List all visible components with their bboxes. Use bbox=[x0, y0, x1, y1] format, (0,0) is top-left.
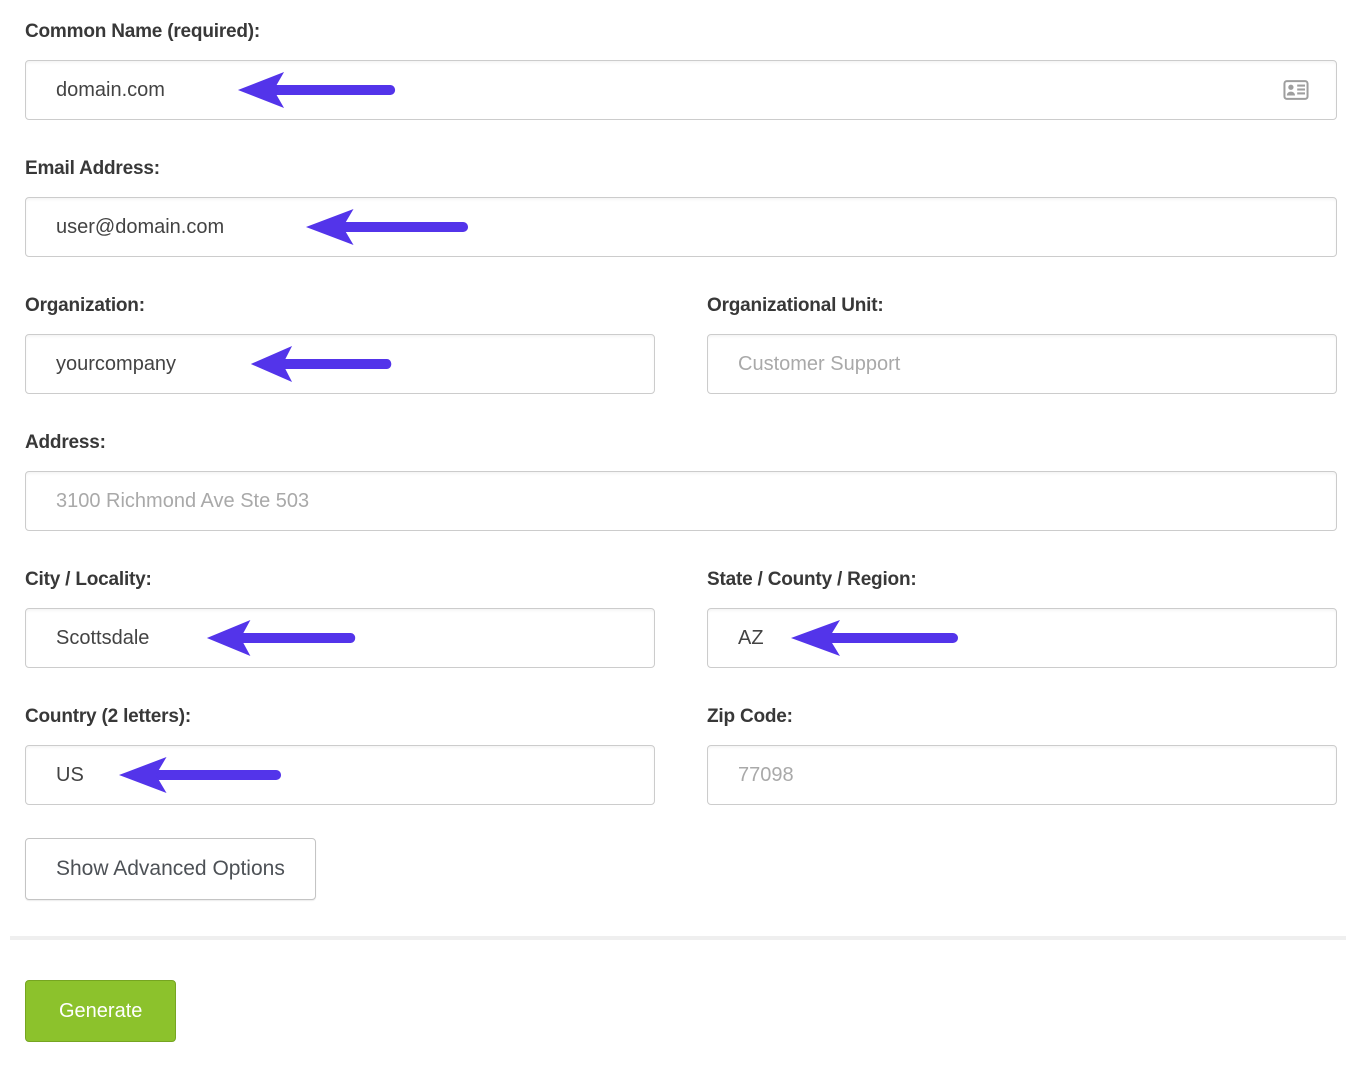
row-country-zip: Country (2 letters): Zip Code: bbox=[25, 705, 1337, 805]
generate-button[interactable]: Generate bbox=[25, 980, 176, 1042]
organization-label: Organization: bbox=[25, 294, 655, 318]
country-input[interactable] bbox=[25, 745, 655, 805]
zip-input[interactable] bbox=[707, 745, 1337, 805]
common-name-label: Common Name (required): bbox=[25, 20, 1337, 44]
divider bbox=[10, 936, 1346, 940]
address-label: Address: bbox=[25, 431, 1337, 455]
csr-generator-form: Common Name (required): Ema bbox=[0, 0, 1356, 1085]
show-advanced-options-button[interactable]: Show Advanced Options bbox=[25, 838, 316, 900]
country-label: Country (2 letters): bbox=[25, 705, 655, 729]
address-input[interactable] bbox=[25, 471, 1337, 531]
state-label: State / County / Region: bbox=[707, 568, 1337, 592]
organizational-unit-input[interactable] bbox=[707, 334, 1337, 394]
state-input[interactable] bbox=[707, 608, 1337, 668]
row-email: Email Address: bbox=[25, 157, 1337, 257]
common-name-input[interactable] bbox=[25, 60, 1337, 120]
email-input[interactable] bbox=[25, 197, 1337, 257]
city-input[interactable] bbox=[25, 608, 655, 668]
email-label: Email Address: bbox=[25, 157, 1337, 181]
row-city-state: City / Locality: State / County / Region… bbox=[25, 568, 1337, 668]
city-label: City / Locality: bbox=[25, 568, 655, 592]
row-organization: Organization: Organizational Unit: bbox=[25, 294, 1337, 394]
row-common-name: Common Name (required): bbox=[25, 20, 1337, 120]
address-card-icon bbox=[1283, 80, 1309, 100]
zip-label: Zip Code: bbox=[707, 705, 1337, 729]
organizational-unit-label: Organizational Unit: bbox=[707, 294, 1337, 318]
organization-input[interactable] bbox=[25, 334, 655, 394]
row-address: Address: bbox=[25, 431, 1337, 531]
